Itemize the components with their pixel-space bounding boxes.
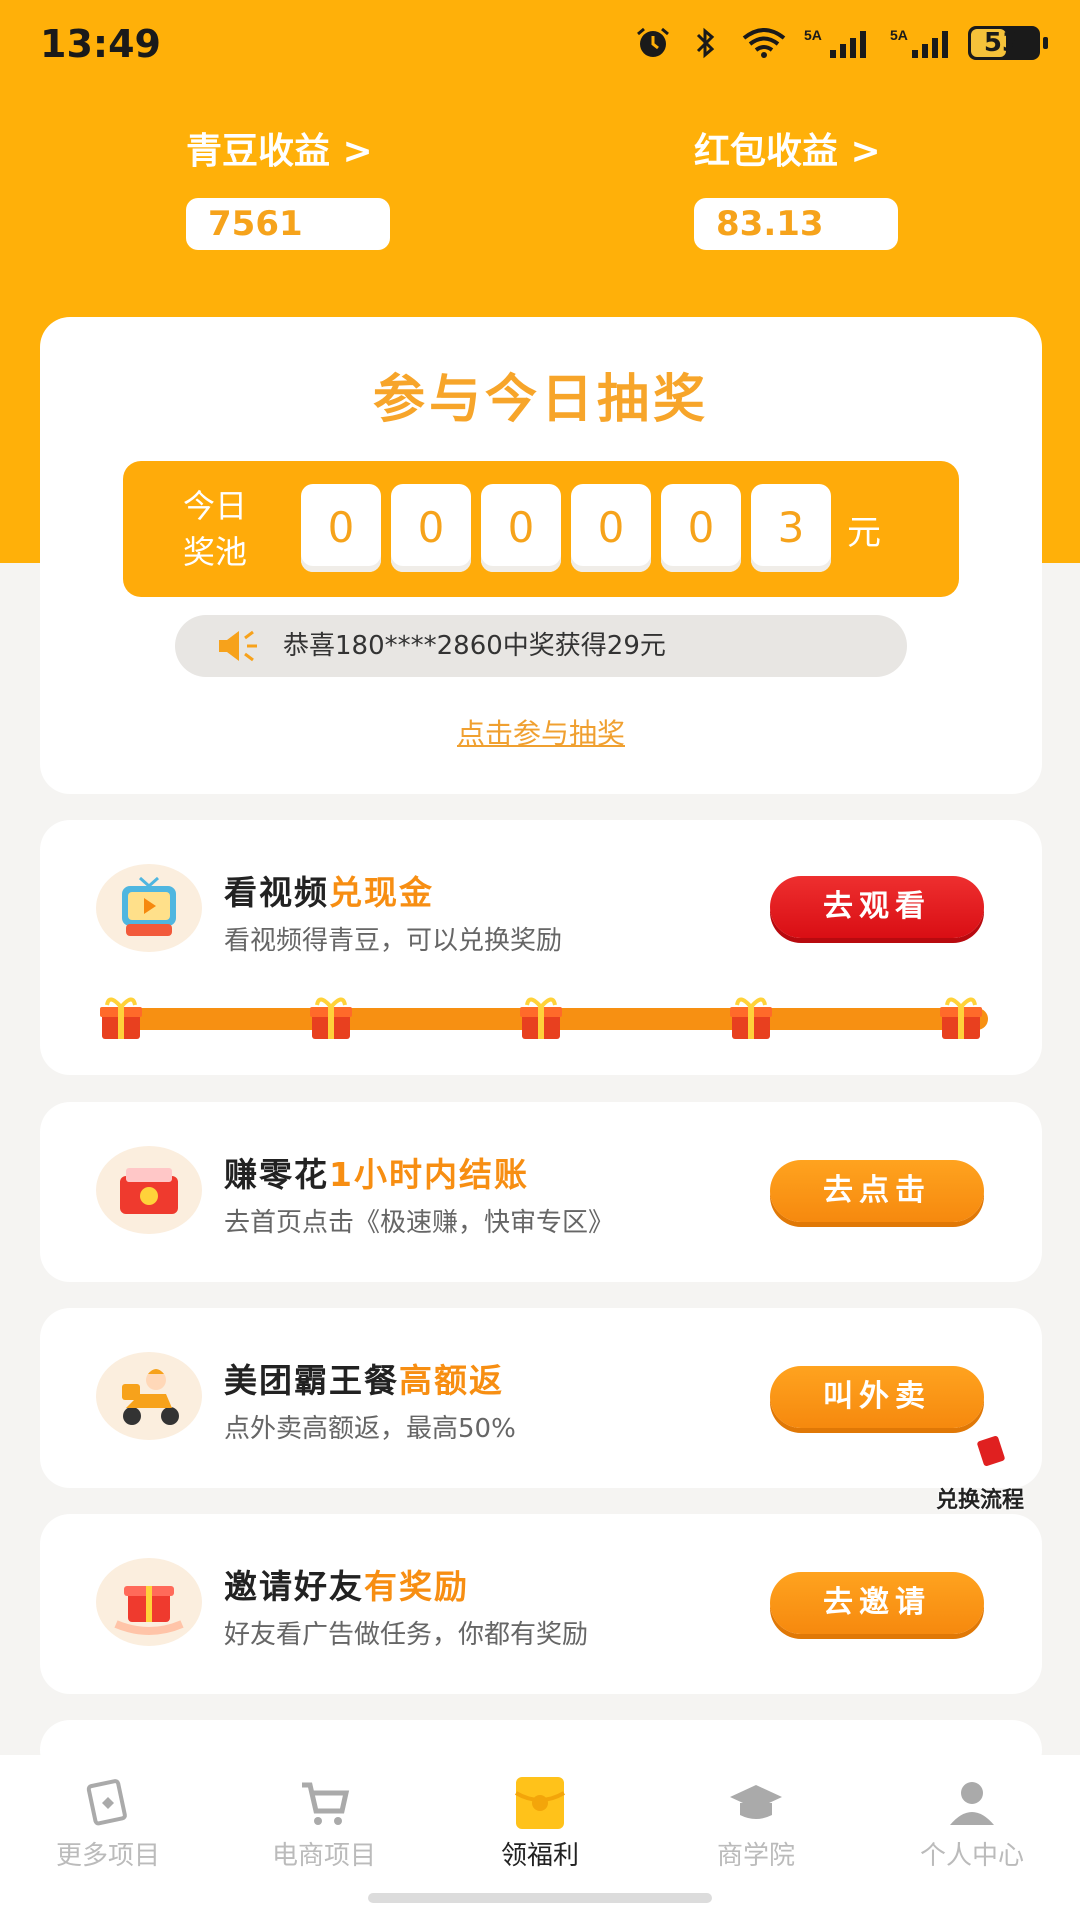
money-box-icon: [96, 1146, 202, 1234]
order-takeout-button[interactable]: 叫外卖: [770, 1366, 984, 1428]
task-subtitle: 看视频得青豆，可以兑换奖励: [224, 926, 563, 956]
task-watch-video: 看视频兑现金 看视频得青豆，可以兑换奖励 去观看: [40, 820, 1042, 1075]
task-invite: 邀请好友有奖励 好友看广告做任务，你都有奖励 去邀请: [40, 1514, 1042, 1694]
beans-earnings-label: 青豆收益 >: [186, 131, 373, 172]
delivery-scooter-icon: [96, 1352, 202, 1440]
gift-hands-icon: [96, 1558, 202, 1646]
home-indicator[interactable]: [368, 1893, 712, 1903]
beans-earnings[interactable]: 青豆收益 > 7561: [186, 122, 396, 250]
pool-digit: 0: [301, 484, 381, 572]
task-title: 赚零花1小时内结账: [224, 1155, 529, 1194]
pool-digit: 0: [571, 484, 651, 572]
task-title: 邀请好友有奖励: [224, 1567, 469, 1606]
gift-box-icon: [100, 997, 142, 1039]
redpack-earnings[interactable]: 红包收益 > 83.13: [694, 122, 904, 250]
status-time: 13:49: [40, 22, 161, 66]
task-pocket-money: 赚零花1小时内结账 去首页点击《极速赚，快审专区》 去点击: [40, 1102, 1042, 1282]
exchange-process-label[interactable]: 兑换流程: [936, 1482, 1024, 1514]
svg-text:5A: 5A: [890, 27, 908, 43]
tab-benefits[interactable]: 领福利: [432, 1755, 648, 1885]
speaker-icon: [219, 630, 257, 662]
redpack-earnings-value: 83.13: [694, 198, 898, 250]
prize-pool: 今日奖池 0 0 0 0 0 3 元: [123, 461, 959, 597]
invite-button[interactable]: 去邀请: [770, 1572, 984, 1634]
shopping-cart-icon: [302, 1782, 350, 1825]
pool-digit: 0: [661, 484, 741, 572]
gift-box-icon: [730, 997, 772, 1039]
winner-notice-text: 恭喜180****2860中奖获得29元: [283, 631, 666, 661]
battery-icon: 53: [968, 26, 1048, 60]
status-icons: 5A 5A 53: [634, 26, 1048, 60]
task-meituan: 美团霸王餐高额返 点外卖高额返，最高50% 叫外卖: [40, 1308, 1042, 1488]
tab-profile[interactable]: 个人中心: [864, 1755, 1080, 1885]
battery-text: 53: [983, 28, 1021, 58]
pool-digit: 3: [751, 484, 831, 572]
tab-more-projects[interactable]: 更多项目: [0, 1755, 216, 1885]
prize-pool-digits: 0 0 0 0 0 3: [301, 484, 831, 572]
task-subtitle: 好友看广告做任务，你都有奖励: [224, 1620, 589, 1650]
task-title: 美团霸王餐高额返: [224, 1361, 504, 1400]
gift-box-icon: [520, 997, 562, 1039]
svg-text:5A: 5A: [804, 27, 822, 43]
tab-label: 领福利: [500, 1841, 579, 1871]
redpack-earnings-label: 红包收益 >: [694, 131, 881, 172]
winner-notice: 恭喜180****2860中奖获得29元: [175, 615, 907, 677]
status-bar: 13:49 5A 5A 53: [0, 0, 1080, 90]
prize-pool-unit: 元: [847, 513, 881, 553]
task-subtitle: 去首页点击《极速赚，快审专区》: [224, 1208, 615, 1238]
alarm-icon: [637, 27, 669, 57]
prize-pool-label: 今日奖池: [182, 487, 247, 571]
task-title: 看视频兑现金: [224, 873, 434, 912]
signal-5a-icon: 5A: [804, 27, 866, 58]
tab-ecommerce[interactable]: 电商项目: [216, 1755, 432, 1885]
wifi-icon: [742, 28, 786, 58]
watch-video-button[interactable]: 去观看: [770, 876, 984, 938]
video-tv-icon: [96, 864, 202, 952]
tab-label: 个人中心: [919, 1841, 1024, 1871]
gift-box-icon: [310, 997, 352, 1039]
lottery-title: 参与今日抽奖: [372, 370, 709, 430]
graduation-cap-icon: [730, 1785, 782, 1819]
beans-earnings-value: 7561: [186, 198, 390, 250]
red-envelope-icon: [514, 1777, 566, 1829]
task-subtitle: 点外卖高额返，最高50%: [224, 1414, 516, 1444]
person-icon: [950, 1782, 994, 1825]
project-card-icon: [86, 1779, 127, 1826]
lottery-card: 参与今日抽奖 今日奖池 0 0 0 0 0 3 元 恭喜180****2860中…: [40, 317, 1042, 794]
join-lottery-link[interactable]: 点击参与抽奖: [40, 712, 1042, 752]
go-click-button[interactable]: 去点击: [770, 1160, 984, 1222]
signal-5a-icon: 5A: [890, 27, 948, 58]
tab-label: 电商项目: [271, 1841, 376, 1871]
pool-digit: 0: [391, 484, 471, 572]
tab-label: 更多项目: [55, 1841, 160, 1871]
tab-business-school[interactable]: 商学院: [648, 1755, 864, 1885]
gift-box-icon: [940, 997, 982, 1039]
tab-label: 商学院: [716, 1841, 795, 1871]
pool-digit: 0: [481, 484, 561, 572]
bluetooth-icon: [696, 27, 715, 59]
